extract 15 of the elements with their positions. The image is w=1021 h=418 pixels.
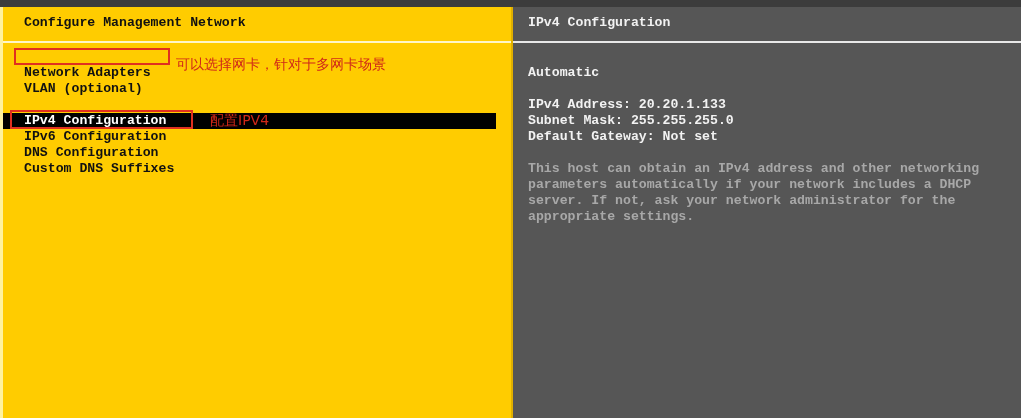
annotation-text: 可以选择网卡，针对于多网卡场景 (176, 56, 386, 74)
menu-item[interactable]: Network Adapters (3, 65, 151, 81)
menu-item[interactable]: DNS Configuration (3, 145, 159, 161)
detail-line: Subnet Mask: 255.255.255.0 (528, 113, 735, 129)
menu-item[interactable]: Custom DNS Suffixes (3, 161, 175, 177)
detail-line: Default Gateway: Not set (528, 129, 719, 145)
detail-line: IPv4 Address: 20.20.1.133 (528, 97, 727, 113)
menu-item[interactable]: IPv6 Configuration (3, 129, 167, 145)
mode-text: Automatic (528, 65, 601, 81)
annotation-text: 配置IPV4 (210, 112, 270, 130)
panel-title: IPv4 Configuration (513, 7, 1021, 43)
description-text: This host can obtain an IPv4 address and other networking parameters automatically if your network includes a DHCP server. If not, ask your network administrator for the appropriate settings. (528, 161, 981, 225)
menu-item[interactable]: IPv4 Configuration (3, 113, 167, 129)
menu-item[interactable]: VLAN (optional) (3, 81, 143, 97)
panel-title: Configure Management Network (3, 7, 511, 43)
